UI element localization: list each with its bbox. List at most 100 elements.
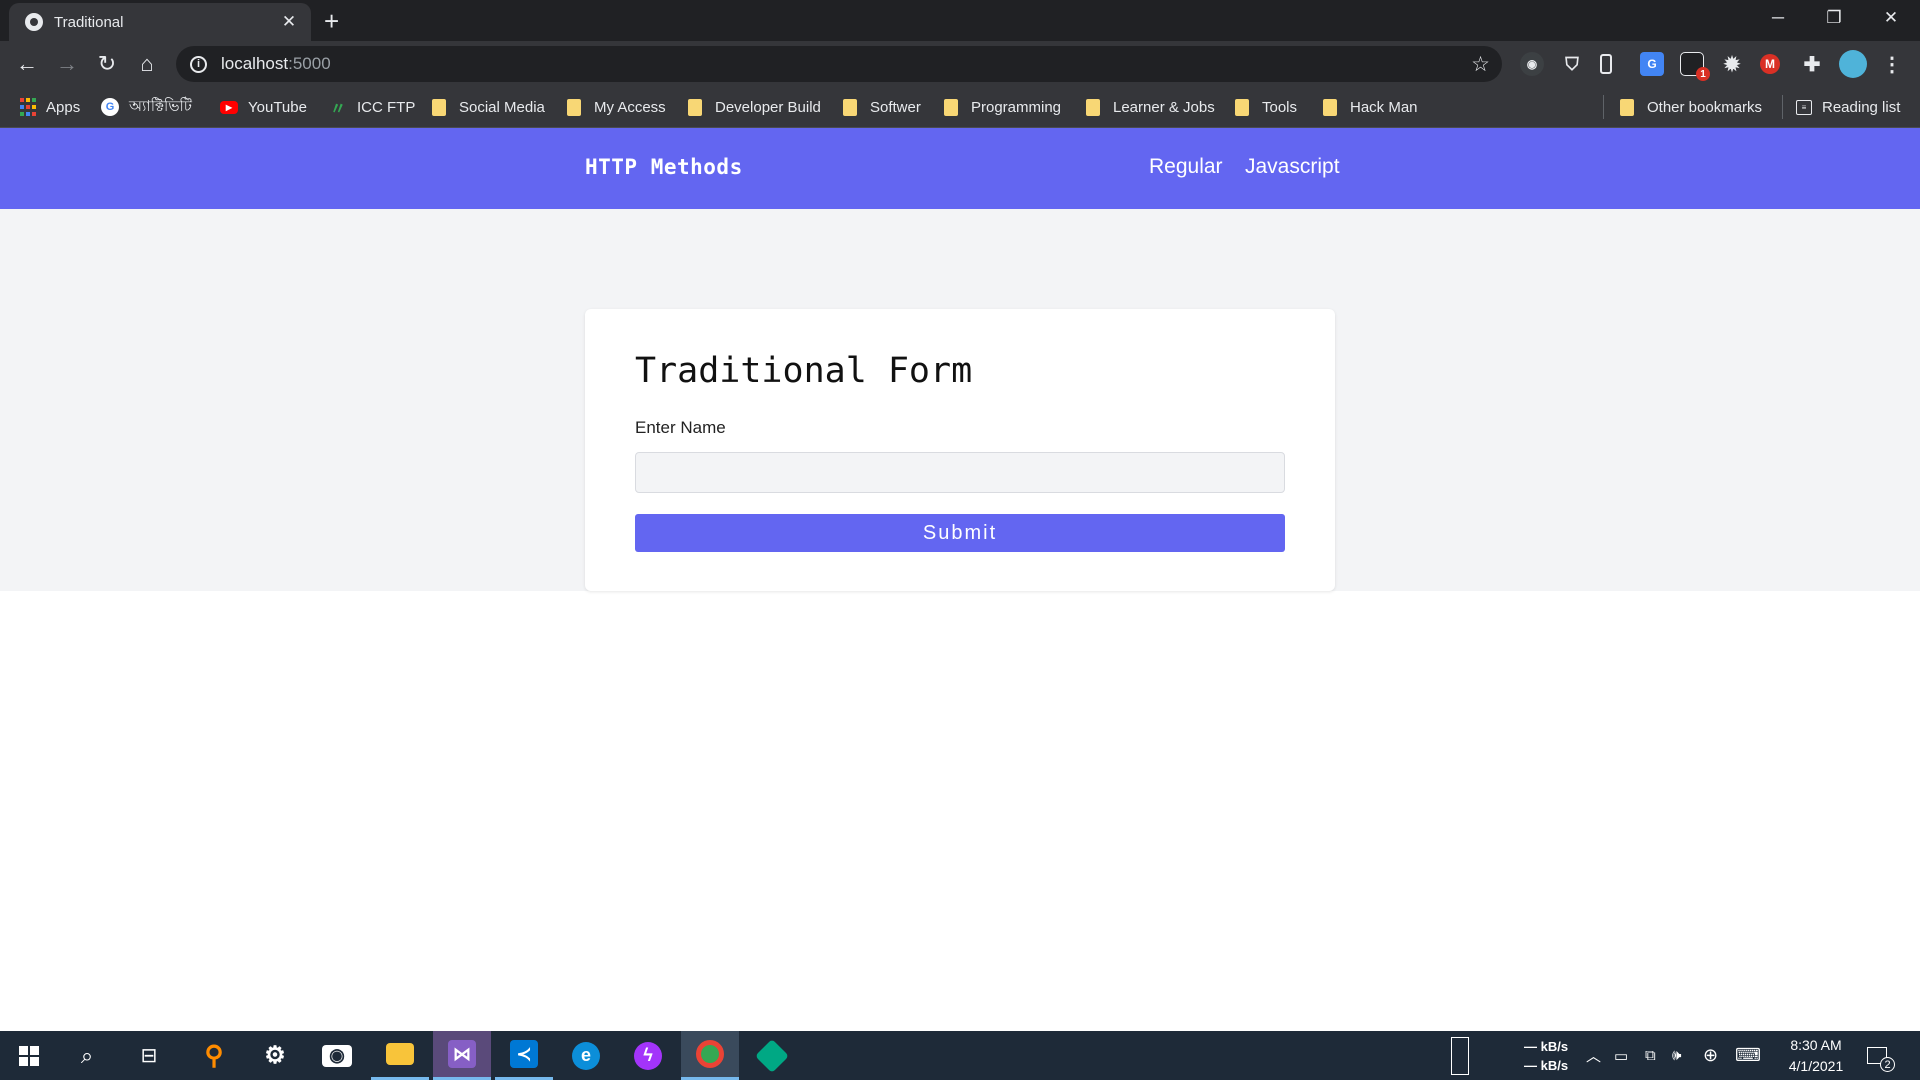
google-icon: G xyxy=(101,98,119,116)
taskbar-app-visual-studio[interactable]: ⋈ xyxy=(433,1031,491,1080)
bookmark-label: Apps xyxy=(46,98,81,116)
bookmark-divider xyxy=(1782,95,1783,119)
bookmark-label: Hack Man xyxy=(1350,98,1418,116)
profile-avatar[interactable] xyxy=(1839,50,1867,78)
chevron-up-icon: ︿ xyxy=(1586,1048,1602,1065)
taskbar-app-other[interactable] xyxy=(743,1031,801,1080)
translate-icon[interactable]: G xyxy=(1640,52,1664,76)
mega-icon[interactable]: M xyxy=(1760,54,1780,74)
minimize-button[interactable]: ─ xyxy=(1749,0,1807,36)
bookmark-folder[interactable]: Developer Build xyxy=(688,87,821,127)
bookmarks-bar: Apps G অ্যাক্টিভিটি ▶ YouTube 〃 ICC FTP … xyxy=(0,87,1920,128)
bookmark-other[interactable]: Other bookmarks xyxy=(1620,87,1762,127)
bookmark-activity[interactable]: G অ্যাক্টিভিটি xyxy=(101,87,192,127)
reading-list-icon: ≡ xyxy=(1796,99,1812,115)
task-view-button[interactable]: ⊟ xyxy=(120,1031,178,1080)
bookmark-folder[interactable]: Learner & Jobs xyxy=(1086,87,1215,127)
bookmark-label: Social Media xyxy=(459,98,545,116)
taskbar-app-vscode[interactable]: ≺ xyxy=(495,1031,553,1080)
browser-tab[interactable]: Traditional ✕ xyxy=(9,3,311,41)
show-hidden-icons-button[interactable]: ︿ xyxy=(1586,1031,1601,1080)
extensions-puzzle-icon[interactable]: ✚ xyxy=(1800,52,1824,76)
notification-count: 2 xyxy=(1880,1057,1895,1072)
bookmark-star-icon[interactable]: ☆ xyxy=(1471,52,1490,77)
bookmark-folder[interactable]: Programming xyxy=(944,87,1061,127)
battery-icon[interactable]: ▭ xyxy=(1614,1031,1628,1080)
notification-center-button[interactable]: 2 xyxy=(1867,1031,1895,1080)
bookmark-label: Learner & Jobs xyxy=(1113,98,1215,116)
search-button[interactable]: ⌕ xyxy=(58,1031,116,1080)
extension-eyes-icon[interactable]: ◉ xyxy=(1520,52,1544,76)
restore-button[interactable]: ❐ xyxy=(1805,0,1863,36)
address-bar[interactable]: i localhost:5000 ☆ xyxy=(176,46,1502,82)
reload-icon[interactable]: ↻ xyxy=(93,50,121,78)
keyboard-icon[interactable]: ⌨ xyxy=(1735,1031,1761,1080)
name-input[interactable] xyxy=(635,452,1285,493)
bookmark-label: My Access xyxy=(594,98,666,116)
taskbar-app-search[interactable]: ⚲ xyxy=(185,1031,243,1080)
system-clock[interactable]: 8:30 AM 4/1/2021 xyxy=(1776,1035,1856,1077)
bookmark-folder[interactable]: My Access xyxy=(567,87,666,127)
bookmark-label: Other bookmarks xyxy=(1647,98,1763,116)
bookmark-folder[interactable]: Hack Man xyxy=(1323,87,1418,127)
camera-icon: ◉ xyxy=(322,1044,352,1067)
forward-icon[interactable]: → xyxy=(53,50,81,78)
taskbar-app-messenger[interactable]: ϟ xyxy=(619,1031,677,1080)
messenger-icon: ϟ xyxy=(634,1041,662,1070)
bookmark-folder[interactable]: Softwer xyxy=(843,87,921,127)
bookmark-label: Programming xyxy=(971,98,1062,116)
bookmark-divider xyxy=(1603,95,1604,119)
phone-icon[interactable] xyxy=(1600,54,1612,74)
chrome-icon xyxy=(696,1040,724,1068)
youtube-icon: ▶ xyxy=(220,100,238,114)
web-page: HTTP Methods Regular Javascript Traditio… xyxy=(0,128,1920,1031)
meet-now-icon[interactable]: ⧉ xyxy=(1645,1031,1656,1080)
reading-list-button[interactable]: ≡ Reading list xyxy=(1796,87,1900,127)
folder-icon xyxy=(688,98,702,116)
bookmark-youtube[interactable]: ▶ YouTube xyxy=(220,87,307,127)
bookmark-label: অ্যাক্টিভিটি xyxy=(129,97,192,115)
taskbar-app-explorer[interactable] xyxy=(371,1031,429,1080)
site-header: HTTP Methods Regular Javascript xyxy=(0,128,1920,209)
submit-button[interactable]: Submit xyxy=(635,514,1285,552)
nav-link-javascript[interactable]: Javascript xyxy=(1245,155,1340,179)
new-tab-button[interactable]: + xyxy=(324,6,339,37)
app-hexagon-icon xyxy=(755,1038,789,1073)
close-window-button[interactable]: ✕ xyxy=(1862,0,1920,36)
reading-list-label: Reading list xyxy=(1822,98,1901,116)
bookmark-icc-ftp[interactable]: 〃 ICC FTP xyxy=(329,87,415,127)
vscode-icon: ≺ xyxy=(510,1040,538,1068)
site-brand[interactable]: HTTP Methods xyxy=(585,155,743,179)
nav-link-regular[interactable]: Regular xyxy=(1149,155,1223,179)
bookmark-label: ICC FTP xyxy=(357,98,416,116)
extension-badge-icon[interactable]: 1 xyxy=(1680,52,1710,81)
bookmark-folder[interactable]: Social Media xyxy=(432,87,545,127)
menu-kebab-icon[interactable]: ⋮ xyxy=(1880,52,1904,76)
shield-icon[interactable]: ⛉ xyxy=(1560,52,1584,76)
magnifier-app-icon: ⚲ xyxy=(204,1040,224,1070)
bookmark-folder[interactable]: Tools xyxy=(1235,87,1297,127)
bookmark-apps[interactable]: Apps xyxy=(20,87,80,127)
clock-time: 8:30 AM xyxy=(1790,1037,1842,1053)
tab-strip: Traditional ✕ + ─ ❐ ✕ xyxy=(0,0,1920,41)
site-info-icon[interactable]: i xyxy=(190,55,207,73)
tray-network-meter[interactable] xyxy=(1451,1031,1469,1080)
folder-icon xyxy=(1086,98,1100,116)
back-icon[interactable]: ← xyxy=(13,50,41,78)
taskbar-app-settings[interactable]: ⚙ xyxy=(246,1031,304,1080)
taskbar-app-camera[interactable]: ◉ xyxy=(308,1031,366,1080)
gear-extension-icon[interactable]: ✹ xyxy=(1720,52,1744,76)
bookmark-label: Softwer xyxy=(870,98,921,116)
bookmark-label: Tools xyxy=(1262,98,1298,116)
form-title: Traditional Form xyxy=(635,351,973,391)
taskbar-app-chrome[interactable] xyxy=(681,1031,739,1080)
tab-close-icon[interactable]: ✕ xyxy=(279,12,299,32)
start-button[interactable] xyxy=(0,1031,58,1080)
volume-icon[interactable]: 🕪 xyxy=(1672,1031,1681,1080)
network-globe-icon[interactable]: ⊕ xyxy=(1703,1031,1718,1080)
taskbar-app-edge[interactable]: e xyxy=(557,1031,615,1080)
apps-grid-icon xyxy=(20,98,36,116)
folder-icon xyxy=(1323,98,1337,116)
tab-title: Traditional xyxy=(54,13,124,31)
home-icon[interactable]: ⌂ xyxy=(133,50,161,78)
